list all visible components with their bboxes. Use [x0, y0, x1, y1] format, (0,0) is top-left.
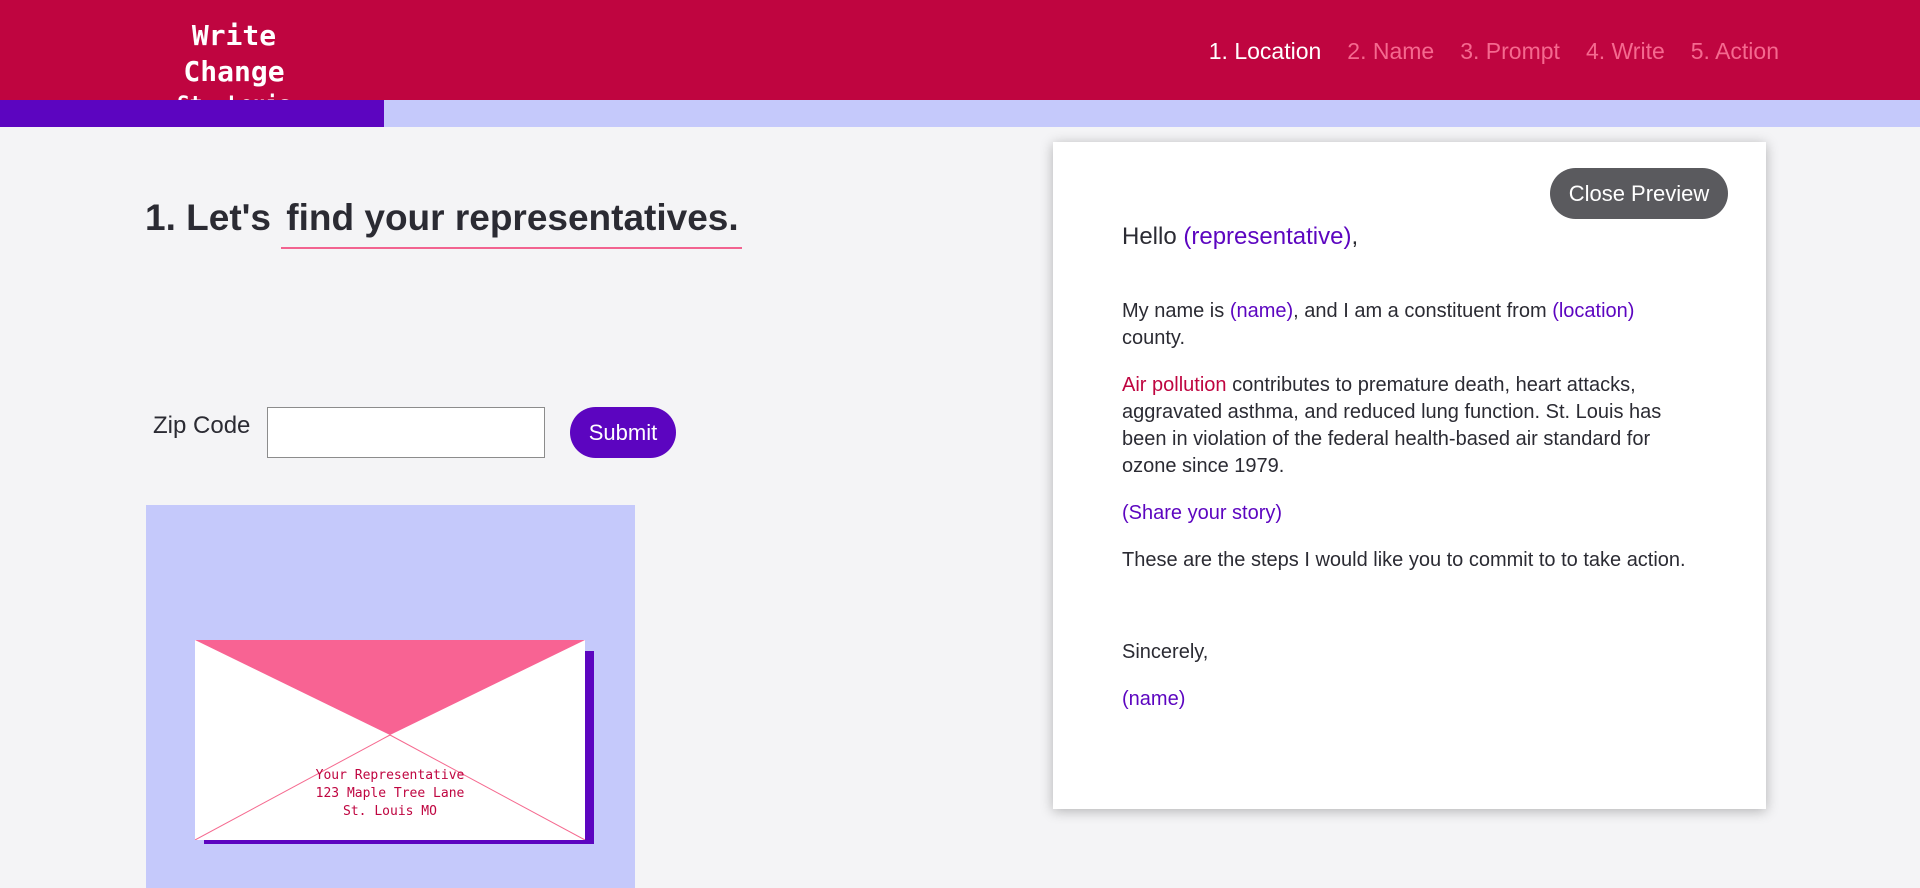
letter-steps-paragraph: These are the steps I would like you to …	[1122, 549, 1686, 571]
page-title-prefix: 1. Let's	[145, 197, 272, 238]
step-write[interactable]: 4. Write	[1586, 36, 1665, 66]
greeting-word: Hello	[1122, 223, 1177, 250]
envelope-address-line: St. Louis MO	[343, 804, 437, 819]
letter-closing: Sincerely,	[1122, 641, 1209, 663]
intro-text: county.	[1122, 327, 1185, 349]
app-header: Write Change St. Louis 1. Location 2. Na…	[0, 0, 1920, 116]
representative-placeholder: (representative)	[1183, 223, 1352, 250]
letter-preview-panel: Close Preview Hello (representative), My…	[1053, 142, 1766, 809]
intro-text: , and I am a constituent from	[1293, 300, 1547, 322]
step-action[interactable]: 5. Action	[1691, 36, 1779, 66]
step-nav: 1. Location 2. Name 3. Prompt 4. Write 5…	[1209, 36, 1779, 66]
step-prompt[interactable]: 3. Prompt	[1460, 36, 1560, 66]
submit-button[interactable]: Submit	[570, 407, 676, 458]
zip-code-label: Zip Code	[153, 412, 251, 439]
progress-bar	[0, 100, 1920, 127]
location-placeholder: (location)	[1552, 300, 1635, 322]
greeting-comma: ,	[1351, 223, 1359, 250]
story-placeholder: (Share your story)	[1122, 502, 1283, 524]
envelope: Your Representative 123 Maple Tree Lane …	[195, 640, 585, 840]
envelope-illustration: Your Representative 123 Maple Tree Lane …	[146, 505, 635, 888]
page-title-accent: find your representatives.	[281, 197, 742, 249]
topic-highlight: Air pollution	[1122, 374, 1227, 396]
brand-title: Write Change	[183, 19, 285, 88]
letter-intro: My name is (name), and I am a constituen…	[1122, 298, 1697, 352]
letter-greeting: Hello (representative),	[1122, 222, 1697, 252]
envelope-address-line: 123 Maple Tree Lane	[315, 786, 465, 801]
zip-code-input[interactable]	[267, 407, 545, 458]
step-name[interactable]: 2. Name	[1347, 36, 1434, 66]
letter-topic-paragraph: Air pollution contributes to premature d…	[1122, 372, 1697, 480]
name-placeholder: (name)	[1229, 300, 1294, 322]
step-location[interactable]: 1. Location	[1209, 36, 1322, 66]
envelope-address: Your Representative 123 Maple Tree Lane …	[195, 767, 585, 821]
envelope-address-line: Your Representative	[315, 768, 465, 783]
signature-placeholder: (name)	[1122, 688, 1186, 710]
close-preview-button[interactable]: Close Preview	[1550, 168, 1728, 219]
intro-text: My name is	[1122, 300, 1225, 322]
progress-bar-fill	[0, 100, 384, 127]
page-title: 1. Let's find your representatives.	[145, 197, 742, 249]
letter-body: Hello (representative), My name is (name…	[1122, 222, 1697, 713]
